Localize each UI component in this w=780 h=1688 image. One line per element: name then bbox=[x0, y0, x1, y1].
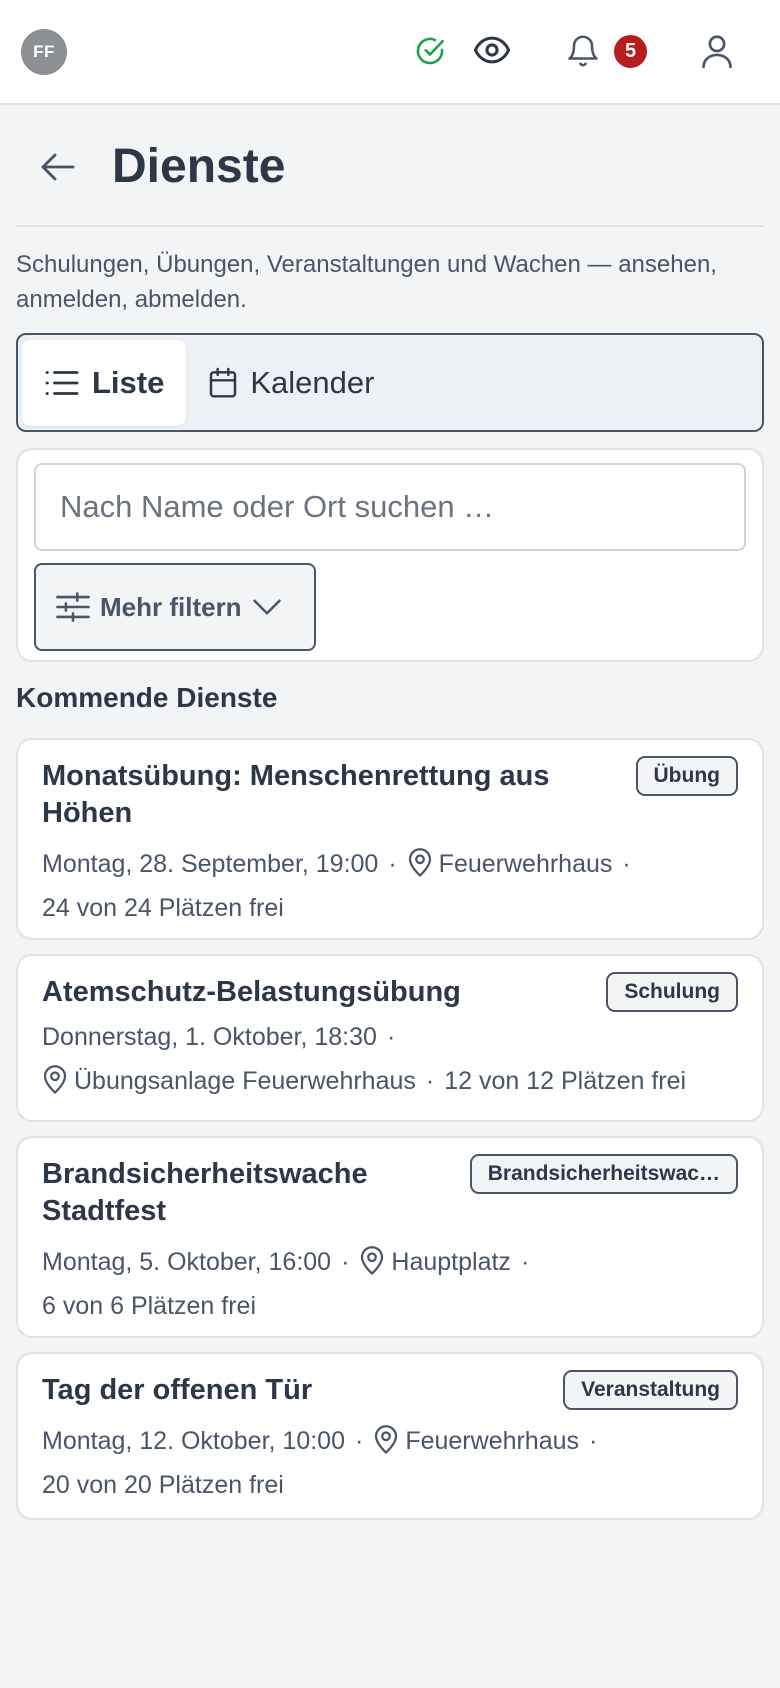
service-date: Montag, 28. September, 19:00 bbox=[42, 850, 379, 878]
page-title: Dienste bbox=[112, 140, 286, 193]
bell-icon[interactable] bbox=[563, 30, 603, 72]
more-filter-button[interactable]: Mehr filtern bbox=[34, 563, 316, 651]
service-date: Donnerstag, 1. Oktober, 18:30 bbox=[42, 1023, 377, 1051]
service-date: Montag, 5. Oktober, 16:00 bbox=[42, 1248, 332, 1276]
user-icon[interactable] bbox=[696, 30, 738, 72]
tab-label: Liste bbox=[92, 364, 165, 400]
location: Hauptplatz bbox=[359, 1246, 511, 1276]
service-seats: 6 von 6 Plätzen frei bbox=[42, 1292, 257, 1320]
calendar-icon bbox=[210, 367, 237, 398]
section-title: Kommende Dienste bbox=[16, 682, 278, 713]
page-subtitle: Schulungen, Übungen, Veranstaltungen und… bbox=[16, 251, 717, 313]
service-type-badge: Veranstaltung bbox=[563, 1370, 738, 1410]
service-meta: Donnerstag, 1. Oktober, 18:30 · Übungsanl… bbox=[42, 1023, 687, 1095]
service-meta: Montag, 12. Oktober, 10:00 · Feuerwehrhaus… bbox=[42, 1425, 598, 1499]
page-header: Dienste bbox=[16, 105, 764, 227]
location: Feuerwehrhaus bbox=[407, 848, 612, 878]
map-pin-icon bbox=[408, 848, 431, 877]
eye-icon[interactable] bbox=[472, 32, 512, 68]
map-pin-icon bbox=[361, 1246, 384, 1275]
service-type-badge: Brandsicherheitswac… bbox=[469, 1154, 738, 1194]
view-switcher: Liste Kalender bbox=[16, 333, 764, 432]
tab-liste[interactable]: Liste bbox=[22, 339, 187, 426]
check-circle-icon[interactable] bbox=[413, 34, 447, 68]
more-filter-label: Mehr filtern bbox=[100, 591, 242, 622]
service-date: Montag, 12. Oktober, 10:00 bbox=[42, 1427, 345, 1455]
service-type-badge: Übung bbox=[635, 756, 738, 796]
avatar[interactable]: FF bbox=[21, 29, 67, 75]
service-title: Brandsicherheitswache Stadtfest bbox=[42, 1158, 368, 1227]
service-type-badge: Schulung bbox=[606, 972, 738, 1012]
notification-count-badge: 5 bbox=[614, 35, 647, 68]
service-meta: Montag, 28. September, 19:00 · Feuerwehrha… bbox=[42, 848, 631, 922]
service-card[interactable]: Brandsicherheitswache Stadtfest Brandsic… bbox=[16, 1136, 764, 1338]
service-title: Monatsübung: Menschenrettung aus Höhen bbox=[42, 760, 550, 829]
tab-label: Kalender bbox=[250, 364, 375, 400]
search-input[interactable] bbox=[34, 463, 746, 551]
sliders-icon bbox=[56, 592, 90, 622]
service-seats: 24 von 24 Plätzen frei bbox=[42, 894, 284, 922]
chevron-down-icon bbox=[252, 599, 281, 615]
filter-panel: Mehr filtern bbox=[16, 448, 764, 662]
location: Feuerwehrhaus bbox=[373, 1425, 579, 1455]
location: Übungsanlage Feuerwehrhaus bbox=[42, 1065, 416, 1095]
map-pin-icon bbox=[375, 1425, 398, 1454]
service-seats: 12 von 12 Plätzen frei bbox=[444, 1067, 687, 1095]
service-card[interactable]: Tag der offenen Tür Veranstaltung Montag… bbox=[16, 1352, 764, 1520]
list-icon bbox=[45, 370, 79, 395]
map-pin-icon bbox=[43, 1065, 67, 1094]
service-card[interactable]: Monatsübung: Menschenrettung aus Höhen Ü… bbox=[16, 738, 764, 940]
service-seats: 20 von 20 Plätzen frei bbox=[42, 1471, 284, 1499]
back-arrow-icon[interactable] bbox=[38, 147, 78, 187]
service-card[interactable]: Atemschutz-Belastungsübung Schulung Donn… bbox=[16, 954, 764, 1122]
top-bar: FF 5 bbox=[0, 0, 780, 105]
tab-kalender[interactable]: Kalender bbox=[186, 340, 396, 426]
service-meta: Montag, 5. Oktober, 16:00 · Hauptplatz · 6 … bbox=[42, 1246, 530, 1320]
